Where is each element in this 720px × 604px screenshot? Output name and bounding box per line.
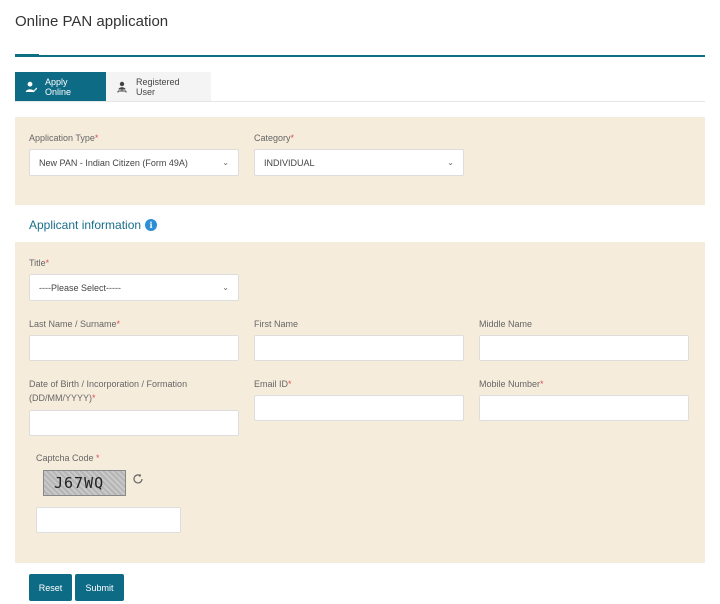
tab-registered-user-label: Registered User bbox=[136, 77, 180, 97]
application-tabs: Apply Online Registered User bbox=[15, 72, 211, 102]
refresh-icon[interactable] bbox=[132, 473, 144, 485]
required-mark: * bbox=[94, 133, 99, 143]
page-title: Online PAN application bbox=[15, 13, 169, 30]
application-type-select[interactable]: New PAN - Indian Citizen (Form 49A) ⌄ bbox=[29, 149, 239, 176]
chevron-down-icon: ⌄ bbox=[222, 283, 229, 292]
captcha-input[interactable] bbox=[36, 507, 181, 533]
user-network-icon bbox=[117, 81, 127, 93]
last-name-label: Last Name / Surname* bbox=[29, 319, 121, 329]
user-edit-icon bbox=[25, 81, 37, 93]
info-icon[interactable]: i bbox=[145, 219, 158, 231]
captcha-label: Captcha Code * bbox=[36, 453, 100, 463]
required-mark: * bbox=[290, 133, 295, 143]
mobile-label: Mobile Number* bbox=[479, 379, 544, 389]
dob-label: Date of Birth / Incorporation / Formatio… bbox=[29, 377, 187, 405]
title-value: ----Please Select----- bbox=[39, 282, 122, 293]
last-name-input[interactable] bbox=[29, 335, 239, 361]
title-label: Title* bbox=[29, 258, 50, 268]
first-name-input[interactable] bbox=[254, 335, 464, 361]
required-mark: * bbox=[45, 258, 50, 268]
title-select[interactable]: ----Please Select----- ⌄ bbox=[29, 274, 239, 301]
chevron-down-icon: ⌄ bbox=[447, 158, 454, 167]
required-mark: * bbox=[288, 379, 292, 389]
middle-name-input[interactable] bbox=[479, 335, 689, 361]
dob-label-line1: Date of Birth / Incorporation / Formatio… bbox=[29, 379, 188, 389]
required-mark: * bbox=[96, 453, 100, 463]
required-mark: * bbox=[540, 379, 544, 389]
email-label: Email ID* bbox=[254, 379, 292, 389]
submit-button[interactable]: Submit bbox=[75, 574, 124, 601]
middle-name-label: Middle Name bbox=[479, 319, 533, 329]
application-type-value: New PAN - Indian Citizen (Form 49A) bbox=[39, 157, 188, 168]
first-name-label: First Name bbox=[254, 319, 299, 329]
title-divider bbox=[15, 55, 705, 57]
required-mark: * bbox=[116, 319, 121, 329]
chevron-down-icon: ⌄ bbox=[222, 158, 229, 167]
captcha-image: J67WQ bbox=[43, 470, 126, 496]
dob-label-line2: (DD/MM/YYYY) bbox=[29, 393, 92, 403]
title-divider-accent bbox=[15, 54, 39, 57]
category-label: Category* bbox=[254, 133, 295, 143]
required-mark: * bbox=[92, 393, 96, 403]
category-value: INDIVIDUAL bbox=[264, 157, 315, 168]
dob-input[interactable] bbox=[29, 410, 239, 436]
tab-apply-online[interactable]: Apply Online bbox=[15, 72, 106, 102]
category-select[interactable]: INDIVIDUAL ⌄ bbox=[254, 149, 464, 176]
reset-button[interactable]: Reset bbox=[29, 574, 72, 601]
tabs-divider bbox=[15, 101, 705, 102]
tab-apply-online-label: Apply Online bbox=[45, 77, 72, 97]
email-input[interactable] bbox=[254, 395, 464, 421]
applicant-information-heading: Applicant information i bbox=[29, 218, 158, 232]
tab-registered-user[interactable]: Registered User bbox=[106, 72, 211, 102]
mobile-input[interactable] bbox=[479, 395, 689, 421]
applicant-information-title: Applicant information bbox=[29, 218, 142, 232]
application-type-label: Application Type* bbox=[29, 133, 99, 143]
